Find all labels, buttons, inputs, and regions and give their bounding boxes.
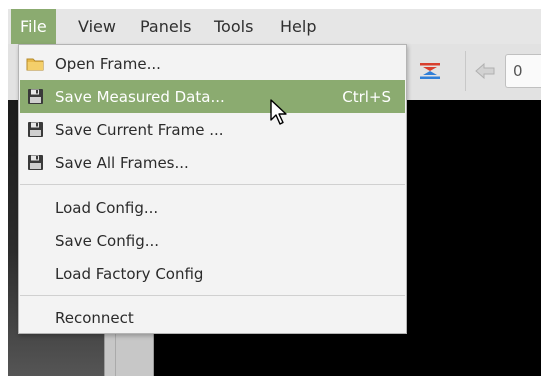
floppy-disk-icon (26, 88, 44, 105)
menu-item-label: Load Config... (55, 198, 159, 217)
menu-tools[interactable]: Tools (205, 9, 262, 44)
menu-item-label: Reconnect (55, 308, 134, 327)
menu-item-open-frame[interactable]: Open Frame... (20, 47, 405, 80)
screen: File View Panels Tools Help 0 Open Frame… (0, 0, 541, 376)
floppy-disk-icon (26, 154, 44, 171)
menu-item-reconnect[interactable]: Reconnect (20, 301, 405, 334)
frame-number-field[interactable]: 0 (505, 54, 541, 88)
menu-item-label: Save All Frames... (55, 153, 189, 172)
menu-item-label: Save Config... (55, 231, 160, 250)
menu-help[interactable]: Help (271, 9, 325, 44)
previous-frame-arrow-icon[interactable] (474, 62, 496, 80)
menu-item-label: Save Current Frame ... (55, 120, 224, 139)
menu-panels[interactable]: Panels (131, 9, 201, 44)
file-menu-dropdown: Open Frame... Save Measured Data... Ctrl… (18, 44, 407, 334)
menu-separator (20, 295, 405, 296)
menu-item-load-config[interactable]: Load Config... (20, 191, 405, 224)
menu-item-save-measured-data[interactable]: Save Measured Data... Ctrl+S (20, 80, 405, 113)
menu-separator (20, 184, 405, 185)
menu-view[interactable]: View (69, 9, 125, 44)
floppy-disk-icon (26, 121, 44, 138)
menu-item-shortcut: Ctrl+S (342, 87, 391, 106)
menu-item-save-all-frames[interactable]: Save All Frames... (20, 146, 405, 179)
menu-item-save-config[interactable]: Save Config... (20, 224, 405, 257)
menu-item-label: Load Factory Config (55, 264, 204, 283)
mouse-pointer-icon (269, 98, 289, 128)
menubar: File View Panels Tools Help (8, 9, 541, 44)
flip-icon[interactable] (417, 61, 443, 81)
menu-item-label: Open Frame... (55, 54, 161, 73)
menu-item-save-current-frame[interactable]: Save Current Frame ... (20, 113, 405, 146)
folder-icon (26, 55, 44, 72)
menu-item-label: Save Measured Data... (55, 87, 225, 106)
menu-file[interactable]: File (11, 9, 56, 44)
menu-item-load-factory-config[interactable]: Load Factory Config (20, 257, 405, 290)
toolbar-separator (465, 51, 466, 91)
